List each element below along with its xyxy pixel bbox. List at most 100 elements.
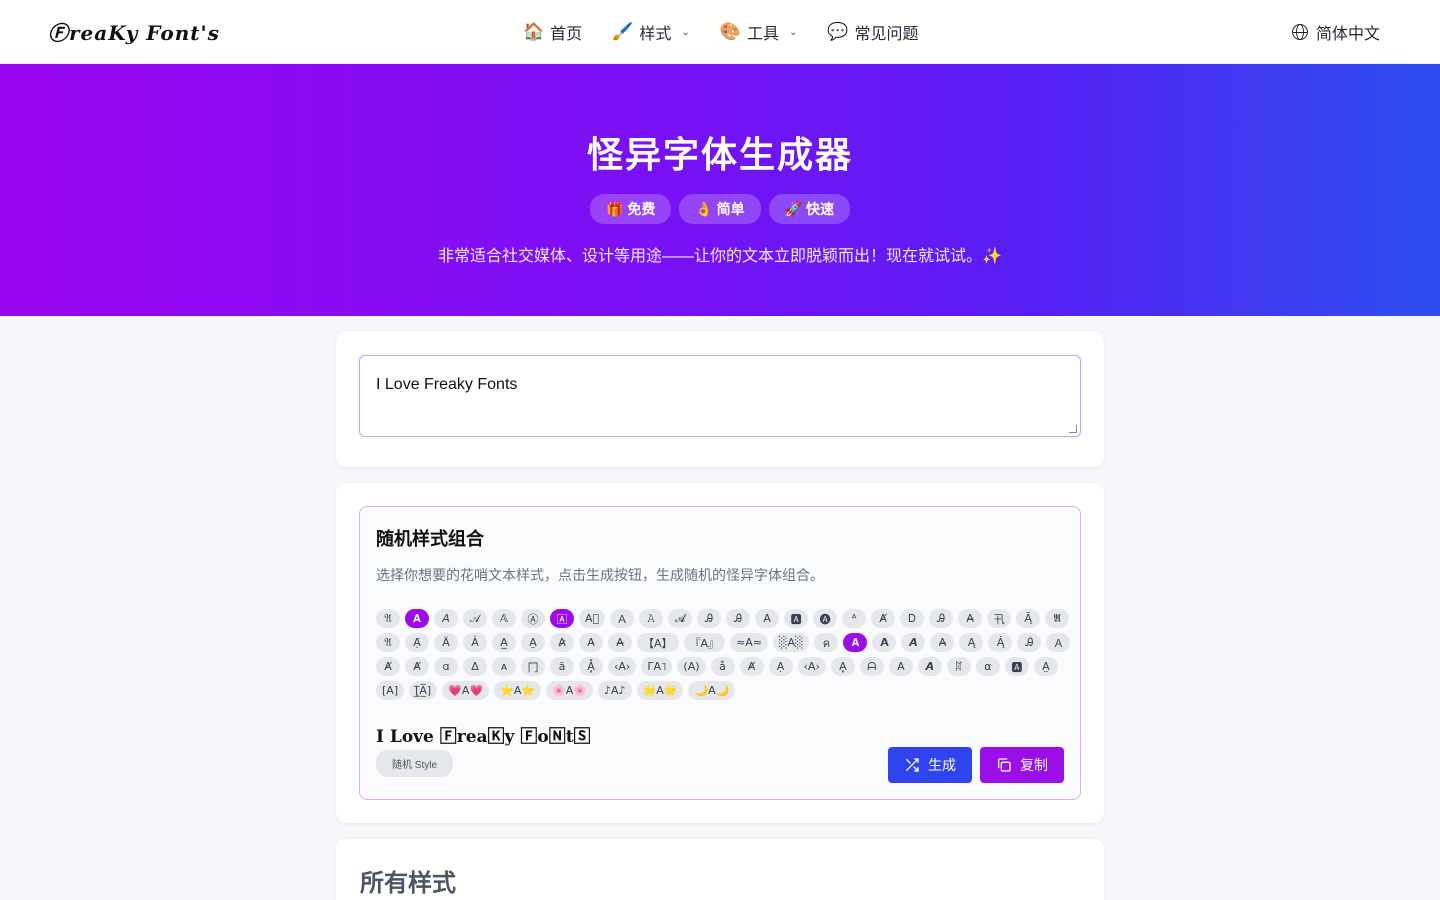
- style-chip[interactable]: Ꭿ: [697, 609, 722, 628]
- style-chip[interactable]: 𝓐: [668, 609, 693, 628]
- style-chip[interactable]: [A]: [376, 681, 405, 700]
- style-chip[interactable]: A̤: [1033, 657, 1058, 676]
- style-chip[interactable]: 𝘈: [434, 609, 458, 628]
- style-chip[interactable]: [̲̅A̲̅]: [409, 681, 438, 700]
- style-chip[interactable]: Ａ: [610, 609, 635, 628]
- style-chip[interactable]: A⃞: [579, 609, 606, 628]
- style-chip[interactable]: Ą: [959, 633, 984, 652]
- nav-styles[interactable]: 🖌️ 样式 ⌄: [612, 20, 690, 44]
- style-chip[interactable]: A: [888, 657, 913, 676]
- style-chip[interactable]: 𝘼: [917, 657, 942, 676]
- random-style-description: 选择你想要的花哨文本样式，点击生成按钮，生成随机的怪异字体组合。: [376, 567, 824, 583]
- style-chip[interactable]: ΓA˥: [641, 657, 673, 676]
- style-chip[interactable]: (A): [677, 657, 706, 676]
- style-chip[interactable]: ░A░: [773, 633, 810, 652]
- style-chip[interactable]: A̤: [521, 633, 545, 652]
- random-style-title: 随机样式组合: [376, 529, 484, 549]
- badge-fast: 🚀 快速: [768, 194, 850, 224]
- style-chip[interactable]: 💗A💗: [442, 681, 490, 700]
- style-chip[interactable]: Ạ: [768, 657, 793, 676]
- style-chip[interactable]: ᗩ: [859, 657, 884, 676]
- style-chip[interactable]: 𝐀: [405, 609, 429, 628]
- style-chip[interactable]: A̵: [579, 633, 603, 652]
- text-input[interactable]: I Love Freaky Fonts: [359, 355, 1081, 437]
- style-chip[interactable]: A̶: [958, 609, 983, 628]
- style-chip[interactable]: Ạ̈: [405, 633, 429, 652]
- page-title: 怪异字体生成器: [586, 134, 853, 175]
- copy-button[interactable]: 复制: [980, 747, 1064, 783]
- style-chip[interactable]: ꍏ: [946, 657, 971, 676]
- style-chip[interactable]: A: [755, 609, 780, 628]
- style-chip[interactable]: 𝘼: [901, 633, 926, 652]
- style-chip[interactable]: 𝙰: [639, 609, 664, 628]
- style-chip[interactable]: ᴬ: [842, 609, 867, 628]
- nav-emoji-icon: 🎨: [719, 22, 741, 41]
- style-chip[interactable]: 𝔄: [376, 633, 400, 652]
- style-chip[interactable]: 🄰: [550, 609, 574, 628]
- style-chip[interactable]: ă: [550, 657, 574, 676]
- style-chip[interactable]: 🅰: [1004, 657, 1029, 676]
- style-chip[interactable]: A͓̽: [579, 657, 603, 676]
- style-chip[interactable]: Ą̃: [1016, 609, 1041, 628]
- style-chip[interactable]: Ą̇: [988, 633, 1013, 652]
- style-chip[interactable]: 🅐: [813, 609, 838, 628]
- language-selector[interactable]: 简体中文: [1291, 20, 1380, 44]
- nav-home[interactable]: 🏠 首页: [523, 20, 582, 44]
- style-chip[interactable]: Ⱥ: [405, 657, 429, 676]
- site-logo[interactable]: ⒻreaKy Font's: [48, 17, 220, 46]
- style-chip[interactable]: 🌙A🌙: [688, 681, 736, 700]
- style-chip[interactable]: Ꭿ: [726, 609, 751, 628]
- style-chip[interactable]: ‹A›: [608, 657, 637, 676]
- nav-tools[interactable]: 🎨 工具 ⌄: [720, 20, 798, 44]
- style-chip[interactable]: A̷: [550, 633, 574, 652]
- style-chip[interactable]: 𝔄: [376, 609, 400, 628]
- style-chip[interactable]: 『A』: [683, 633, 726, 652]
- style-chip[interactable]: Ⱥ: [871, 609, 896, 628]
- style-chip[interactable]: A̲: [492, 633, 516, 652]
- style-chip[interactable]: Ⱥ: [739, 657, 764, 676]
- style-chip[interactable]: ɑ: [434, 657, 458, 676]
- style-chip[interactable]: ⭐A⭐: [494, 681, 542, 700]
- style-chip[interactable]: 🅰: [784, 609, 809, 628]
- style-chip[interactable]: å: [710, 657, 735, 676]
- style-chip[interactable]: Δ: [463, 657, 487, 676]
- style-chip[interactable]: A̶: [608, 633, 632, 652]
- style-chip[interactable]: Ꭿ: [929, 609, 954, 628]
- style-chip[interactable]: A̶: [930, 633, 955, 652]
- style-chip[interactable]: Ꭿ: [1017, 633, 1042, 652]
- style-chip[interactable]: Ａ: [1046, 633, 1071, 652]
- style-chip[interactable]: 冂: [521, 657, 545, 676]
- style-chip[interactable]: Ⓐ: [521, 609, 545, 628]
- chevron-down-icon: ⌄: [788, 26, 798, 38]
- style-chip[interactable]: 🌸A🌸: [546, 681, 593, 700]
- style-chip[interactable]: 【A】: [637, 633, 679, 652]
- generate-button[interactable]: 生成: [888, 747, 972, 783]
- style-chip[interactable]: A͓: [830, 657, 855, 676]
- style-chip[interactable]: ≈A≈: [730, 633, 769, 652]
- style-chip[interactable]: 𝕬: [1045, 609, 1070, 628]
- style-chip[interactable]: 𝔸: [492, 609, 516, 628]
- style-chip[interactable]: 卂: [987, 609, 1012, 628]
- globe-icon: [1291, 23, 1308, 40]
- nav-faq[interactable]: 💬 常见问题: [827, 20, 918, 44]
- top-header: ⒻreaKy Font's 🏠 首页 🖌️ 样式 ⌄ 🎨 工具 ⌄ 💬 常见问题 简体中文: [0, 0, 1440, 64]
- style-chip[interactable]: Ȧ: [463, 633, 487, 652]
- style-chip[interactable]: Ⱥ: [376, 657, 400, 676]
- style-chip[interactable]: 𝐀: [843, 633, 868, 652]
- badge-simple: 👌 简单: [679, 194, 761, 224]
- style-chip[interactable]: 𝒜: [463, 609, 487, 628]
- style-chip[interactable]: Ꭰ: [900, 609, 925, 628]
- all-styles-title: 所有样式: [360, 870, 456, 897]
- style-chip[interactable]: ค: [814, 633, 839, 652]
- style-chip[interactable]: 🌟A🌟: [636, 681, 684, 700]
- chevron-down-icon: ⌄: [681, 26, 690, 38]
- hero-subtitle: 非常适合社交媒体、设计等用途——让你的文本立即脱颖而出！现在就试试。✨: [438, 248, 1002, 265]
- style-chip[interactable]: α: [975, 657, 1000, 676]
- style-chip[interactable]: Ä: [434, 633, 458, 652]
- random-style-card: 随机样式组合 选择你想要的花哨文本样式，点击生成按钮，生成随机的怪异字体组合。 …: [336, 483, 1104, 823]
- style-chip[interactable]: 𝗔: [872, 633, 897, 652]
- language-label: 简体中文: [1315, 25, 1380, 43]
- style-chip[interactable]: ♪A♪: [597, 681, 632, 700]
- style-chip[interactable]: ‹A›: [797, 657, 826, 676]
- style-chip[interactable]: ᴀ: [492, 657, 516, 676]
